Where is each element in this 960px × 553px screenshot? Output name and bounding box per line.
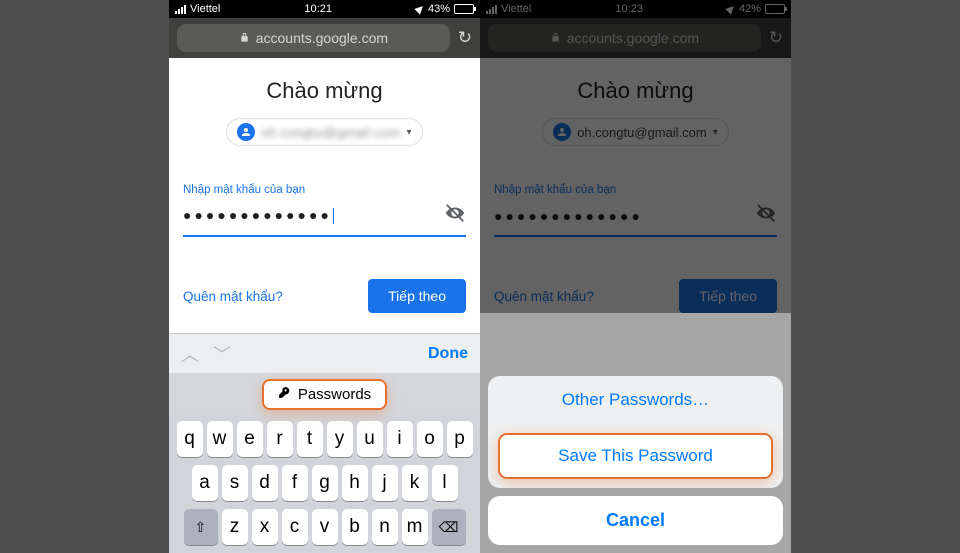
key-w[interactable]: w <box>207 421 233 457</box>
key-g[interactable]: g <box>312 465 338 501</box>
key-e[interactable]: e <box>237 421 263 457</box>
key-s[interactable]: s <box>222 465 248 501</box>
location-icon <box>414 3 425 14</box>
action-sheet-group: Other Passwords… Save This Password <box>488 376 783 488</box>
key-q[interactable]: q <box>177 421 203 457</box>
next-button[interactable]: Tiếp theo <box>368 279 466 313</box>
battery-pct: 43% <box>428 3 450 15</box>
prev-field-arrow-icon[interactable]: ︿ <box>181 341 199 367</box>
other-passwords-button[interactable]: Other Passwords… <box>488 376 783 424</box>
forgot-password-link[interactable]: Quên mật khẩu? <box>183 289 283 304</box>
key-o[interactable]: o <box>417 421 443 457</box>
password-value: ●●●●●●●●●●●●● <box>183 207 444 224</box>
password-label: Nhập mật khẩu của bạn <box>183 184 466 196</box>
keyboard-row-2: asdfghjkl <box>172 465 477 501</box>
key-y[interactable]: y <box>327 421 353 457</box>
keyboard-row-3: ⇧ zxcvbnm ⌫ <box>172 509 477 545</box>
address-text: accounts.google.com <box>256 30 388 46</box>
text-cursor <box>333 208 335 224</box>
key-p[interactable]: p <box>447 421 473 457</box>
carrier-label: Viettel <box>190 3 220 15</box>
autofill-bar: Passwords <box>169 373 480 415</box>
status-bar: Viettel 10:21 43% <box>169 0 480 18</box>
password-field[interactable]: ●●●●●●●●●●●●● <box>183 198 466 237</box>
signal-icon <box>175 5 186 14</box>
page-content: Chào mừng oh.congtu@gmail.com ▾ Nhập mật… <box>169 58 480 313</box>
keyboard-accessory: ︿ ﹀ Done <box>169 333 480 373</box>
key-t[interactable]: t <box>297 421 323 457</box>
key-n[interactable]: n <box>372 509 398 545</box>
battery-icon <box>454 4 474 14</box>
key-d[interactable]: d <box>252 465 278 501</box>
keyboard: qwertyuiop asdfghjkl ⇧ zxcvbnm ⌫ 123 ☺ 🎤… <box>169 415 480 553</box>
address-bar: accounts.google.com ↻ <box>169 18 480 58</box>
address-pill[interactable]: accounts.google.com <box>177 24 450 52</box>
avatar-icon <box>237 123 255 141</box>
phone-right: Viettel 10:23 42% accounts.google.com ↻ … <box>480 0 791 553</box>
key-u[interactable]: u <box>357 421 383 457</box>
key-h[interactable]: h <box>342 465 368 501</box>
key-c[interactable]: c <box>282 509 308 545</box>
key-x[interactable]: x <box>252 509 278 545</box>
visibility-off-icon[interactable] <box>444 202 466 229</box>
page-title: Chào mừng <box>183 78 466 104</box>
key-i[interactable]: i <box>387 421 413 457</box>
reload-icon[interactable]: ↻ <box>458 28 472 48</box>
key-r[interactable]: r <box>267 421 293 457</box>
save-this-password-button[interactable]: Save This Password <box>498 433 773 479</box>
phone-left: Viettel 10:21 43% accounts.google.com ↻ … <box>169 0 480 553</box>
lock-icon <box>239 30 250 46</box>
done-button[interactable]: Done <box>428 345 468 363</box>
account-chip[interactable]: oh.congtu@gmail.com ▾ <box>226 118 422 146</box>
chevron-down-icon: ▾ <box>407 127 412 138</box>
cancel-button[interactable]: Cancel <box>488 496 783 545</box>
key-j[interactable]: j <box>372 465 398 501</box>
backspace-key[interactable]: ⌫ <box>432 509 466 545</box>
clock: 10:21 <box>304 3 332 15</box>
key-icon <box>278 386 291 403</box>
shift-key[interactable]: ⇧ <box>184 509 218 545</box>
next-field-arrow-icon[interactable]: ﹀ <box>213 341 231 367</box>
key-l[interactable]: l <box>432 465 458 501</box>
key-b[interactable]: b <box>342 509 368 545</box>
keyboard-row-1: qwertyuiop <box>172 421 477 457</box>
key-v[interactable]: v <box>312 509 338 545</box>
action-sheet: Other Passwords… Save This Password Canc… <box>488 376 783 545</box>
key-m[interactable]: m <box>402 509 428 545</box>
passwords-autofill-label: Passwords <box>298 386 371 403</box>
key-k[interactable]: k <box>402 465 428 501</box>
account-email: oh.congtu@gmail.com <box>261 125 400 140</box>
key-z[interactable]: z <box>222 509 248 545</box>
actions-row: Quên mật khẩu? Tiếp theo <box>183 279 466 313</box>
key-a[interactable]: a <box>192 465 218 501</box>
key-f[interactable]: f <box>282 465 308 501</box>
passwords-autofill-button[interactable]: Passwords <box>262 379 387 410</box>
